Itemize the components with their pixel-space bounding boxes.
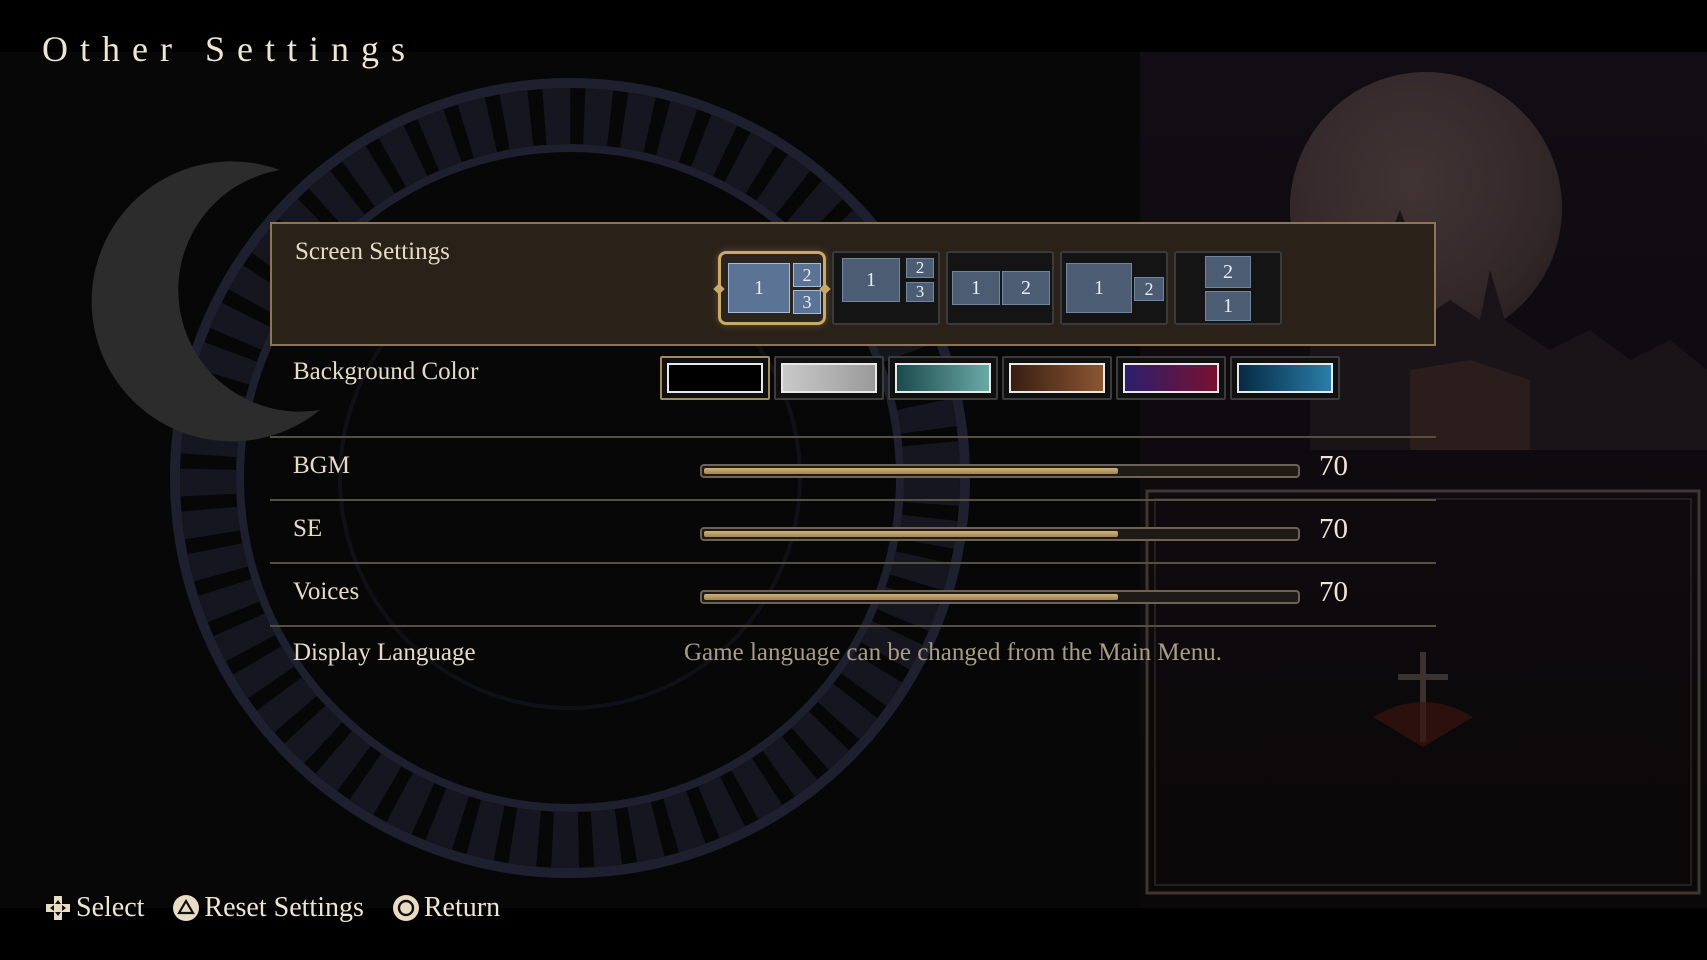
bgm-slider-fill	[704, 468, 1119, 474]
display-language-label: Display Language	[293, 639, 476, 666]
layout-tile: 2	[906, 258, 934, 278]
dpad-icon	[44, 894, 72, 922]
se-slider-fill	[704, 531, 1119, 537]
circle-button-icon	[392, 894, 420, 922]
se-row[interactable]: SE 70	[270, 501, 1436, 564]
background-color-options	[660, 356, 1340, 400]
bgm-label: BGM	[293, 452, 350, 479]
screen-settings-row[interactable]: Screen Settings 1 2 3 1 2 3 1 2 1 2 2 1	[270, 222, 1436, 346]
display-language-row[interactable]: Display Language Game language can be ch…	[270, 627, 1436, 687]
voices-slider[interactable]	[700, 590, 1300, 604]
layout-tile: 3	[906, 282, 934, 302]
screen-layout-option-4[interactable]: 1 2	[1060, 251, 1168, 325]
screen-layout-options: 1 2 3 1 2 3 1 2 1 2 2 1	[718, 251, 1282, 325]
screen-layout-option-2[interactable]: 1 2 3	[832, 251, 940, 325]
se-label: SE	[293, 515, 323, 542]
button-hints: Select Reset Settings Return	[44, 892, 500, 924]
voices-value: 70	[1319, 576, 1348, 608]
layout-tile: 2	[1205, 256, 1251, 288]
background-swatch-gray[interactable]	[774, 356, 884, 400]
settings-list: Screen Settings 1 2 3 1 2 3 1 2 1 2 2 1 …	[270, 222, 1436, 687]
voices-row[interactable]: Voices 70	[270, 564, 1436, 627]
layout-tile: 2	[793, 263, 821, 287]
layout-tile: 1	[728, 263, 790, 313]
screen-settings-label: Screen Settings	[295, 238, 450, 265]
swatch-fill	[1009, 363, 1105, 393]
layout-tile: 1	[842, 258, 900, 302]
voices-label: Voices	[293, 578, 360, 605]
layout-tile: 2	[1134, 277, 1164, 301]
swatch-fill	[781, 363, 877, 393]
background-color-row[interactable]: Background Color	[270, 346, 1436, 438]
background-swatch-purple-red[interactable]	[1116, 356, 1226, 400]
screen-layout-option-3[interactable]: 1 2	[946, 251, 1054, 325]
swatch-fill	[667, 363, 763, 393]
background-color-label: Background Color	[293, 358, 479, 385]
voices-slider-fill	[704, 594, 1119, 600]
reset-settings-hint[interactable]: Reset Settings	[172, 892, 364, 924]
swatch-fill	[1123, 363, 1219, 393]
bgm-value: 70	[1319, 450, 1348, 482]
layout-tile: 2	[1002, 271, 1050, 305]
layout-tile: 1	[1066, 263, 1132, 313]
se-value: 70	[1319, 513, 1348, 545]
layout-tile: 3	[793, 290, 821, 314]
select-hint[interactable]: Select	[44, 892, 144, 924]
swatch-fill	[1237, 363, 1333, 393]
triangle-button-icon	[172, 894, 200, 922]
layout-tile: 1	[1205, 291, 1251, 321]
screen-layout-option-1[interactable]: 1 2 3	[718, 251, 826, 325]
background-swatch-brown[interactable]	[1002, 356, 1112, 400]
bgm-slider[interactable]	[700, 464, 1300, 478]
page-title: Other Settings	[42, 29, 417, 69]
bgm-row[interactable]: BGM 70	[270, 438, 1436, 501]
select-hint-label: Select	[76, 892, 145, 923]
display-language-note: Game language can be changed from the Ma…	[684, 639, 1222, 666]
return-hint[interactable]: Return	[392, 892, 500, 924]
layout-tile: 1	[952, 271, 1000, 305]
background-swatch-teal[interactable]	[888, 356, 998, 400]
return-label: Return	[423, 892, 501, 923]
background-swatch-blue[interactable]	[1230, 356, 1340, 400]
reset-settings-label: Reset Settings	[204, 892, 364, 923]
background-swatch-black[interactable]	[660, 356, 770, 400]
se-slider[interactable]	[700, 527, 1300, 541]
swatch-fill	[895, 363, 991, 393]
screen-layout-option-5[interactable]: 2 1	[1174, 251, 1282, 325]
